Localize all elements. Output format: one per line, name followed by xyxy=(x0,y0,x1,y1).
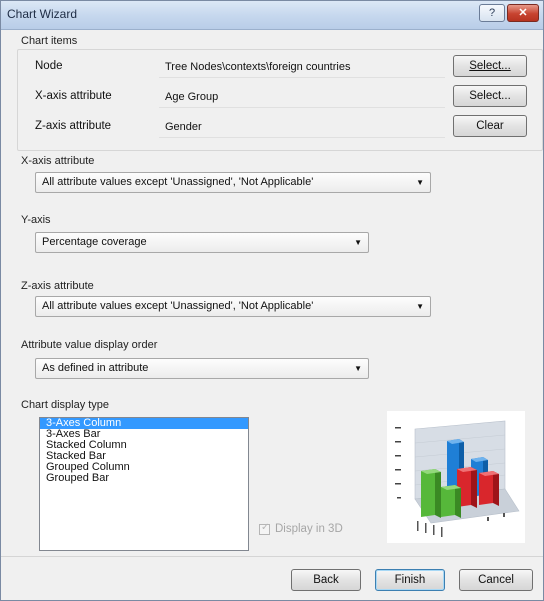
display-order-dropdown[interactable]: As defined in attribute ▼ xyxy=(35,358,369,379)
cancel-button-text: Cancel xyxy=(478,574,514,586)
cancel-button[interactable]: Cancel xyxy=(459,569,533,591)
window-title: Chart Wizard xyxy=(7,7,78,21)
chart-items-label: Chart items xyxy=(21,35,78,47)
x-axis-attribute-value: Age Group xyxy=(165,91,219,103)
y-axis-section-label: Y-axis xyxy=(21,214,51,226)
node-label: Node xyxy=(35,60,63,72)
node-value: Tree Nodes\contexts\foreign countries xyxy=(165,61,351,73)
display-order-label: Attribute value display order xyxy=(21,339,158,351)
chart-preview-graphic xyxy=(395,420,520,537)
footer-bar: Back Finish Cancel xyxy=(1,557,543,600)
node-select-text: Select... xyxy=(469,60,511,72)
z-axis-divider xyxy=(159,137,445,138)
list-item[interactable]: Grouped Bar xyxy=(40,473,248,484)
finish-button-text: Finish xyxy=(394,574,426,586)
x-axis-dropdown-value: All attribute values except 'Unassigned'… xyxy=(42,176,314,188)
back-button-text: Back xyxy=(313,574,339,586)
chart-preview-image xyxy=(387,411,525,543)
z-axis-dropdown[interactable]: All attribute values except 'Unassigned'… xyxy=(35,296,431,317)
node-divider xyxy=(159,77,445,78)
chevron-down-icon: ▼ xyxy=(416,178,424,187)
x-axis-dropdown[interactable]: All attribute values except 'Unassigned'… xyxy=(35,172,431,193)
z-axis-attribute-value: Gender xyxy=(165,121,202,133)
display-3d-label: Display in 3D xyxy=(275,523,343,535)
x-axis-select-text: Select... xyxy=(469,90,511,102)
display-order-dropdown-value: As defined in attribute xyxy=(42,362,149,374)
close-button[interactable]: ✕ xyxy=(507,4,539,22)
x-axis-select-button[interactable]: Select... xyxy=(453,85,527,107)
back-button[interactable]: Back xyxy=(291,569,361,591)
chart-wizard-dialog: Chart Wizard ? ✕ Chart items Node Tree N… xyxy=(0,0,544,601)
chevron-down-icon: ▼ xyxy=(354,364,362,373)
y-axis-dropdown-value: Percentage coverage xyxy=(42,236,147,248)
chart-display-type-label: Chart display type xyxy=(21,399,110,411)
help-button[interactable]: ? xyxy=(479,4,505,22)
z-axis-attribute-row-label: Z-axis attribute xyxy=(35,120,112,132)
chart-type-listbox[interactable]: 3-Axes Column 3-Axes Bar Stacked Column … xyxy=(39,417,249,551)
z-axis-dropdown-value: All attribute values except 'Unassigned'… xyxy=(42,300,314,312)
node-select-button[interactable]: Select... xyxy=(453,55,527,77)
x-axis-section-label: X-axis attribute xyxy=(21,155,95,167)
check-icon: ✓ xyxy=(261,522,270,533)
finish-button[interactable]: Finish xyxy=(375,569,445,591)
y-axis-dropdown[interactable]: Percentage coverage ▼ xyxy=(35,232,369,253)
chevron-down-icon: ▼ xyxy=(416,302,424,311)
display-3d-checkbox[interactable]: ✓ xyxy=(259,522,270,535)
x-axis-divider xyxy=(159,107,445,108)
z-axis-clear-text: Clear xyxy=(476,120,504,132)
chevron-down-icon: ▼ xyxy=(354,238,362,247)
title-bar[interactable]: Chart Wizard ? ✕ xyxy=(1,1,543,30)
z-axis-clear-button[interactable]: Clear xyxy=(453,115,527,137)
x-axis-attribute-row-label: X-axis attribute xyxy=(35,90,112,102)
z-axis-section-label: Z-axis attribute xyxy=(21,280,94,292)
